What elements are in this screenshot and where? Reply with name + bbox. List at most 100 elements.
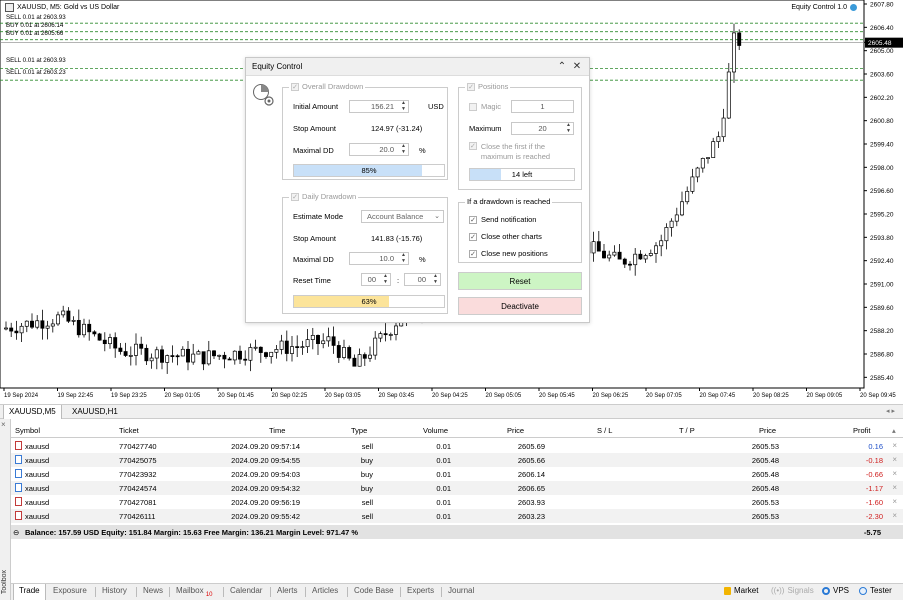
chart-tab[interactable]: XAUUSD,M5	[3, 405, 62, 419]
tab-exposure[interactable]: Exposure	[53, 586, 87, 595]
table-row[interactable]: xauusd 770424574 2024.09.20 09:54:32 buy 0.0…	[11, 481, 903, 495]
reset-button[interactable]: Reset	[458, 272, 582, 290]
tab-code-base[interactable]: Code Base	[354, 586, 394, 595]
positions-checkbox[interactable]: ✓	[467, 82, 475, 91]
balance-summary-row: ⊖ Balance: 157.59 USD Equity: 151.84 Mar…	[11, 525, 903, 539]
close-position-icon[interactable]: ×	[892, 455, 897, 464]
daily-drawdown-checkbox[interactable]: ✓	[291, 192, 299, 201]
cell-symbol: xauusd	[25, 484, 50, 493]
maximal-dd-value: 20.0	[379, 145, 394, 154]
spinner-icon[interactable]: ▲ ▼	[383, 273, 388, 285]
candle-body	[227, 358, 232, 361]
order-line-label: SELL 0.01 at 2603.93	[6, 57, 66, 64]
close-first-checkbox[interactable]: ✓	[469, 142, 477, 150]
time-label: 19 Sep 2024	[4, 393, 39, 399]
close-new-positions-row[interactable]: ✓ Close new positions	[469, 249, 548, 258]
table-row[interactable]: xauusd 770427081 2024.09.20 09:56:19 sell 0.…	[11, 495, 903, 509]
tab-articles[interactable]: Articles	[312, 586, 338, 595]
expert-advisor-label[interactable]: Equity Control 1.0	[791, 4, 857, 11]
time-label: 20 Sep 07:45	[700, 393, 736, 399]
close-position-icon[interactable]: ×	[892, 483, 897, 492]
cell-ticket: 770424574	[119, 484, 157, 493]
close-icon[interactable]: ✕	[571, 61, 583, 73]
tab-journal[interactable]: Journal	[448, 586, 474, 595]
reset-minute-field[interactable]: 00 ▲ ▼	[404, 273, 441, 286]
send-notification-checkbox[interactable]: ✓	[469, 215, 477, 224]
magic-checkbox[interactable]	[469, 102, 477, 111]
column-header-tp[interactable]: T / P	[679, 426, 695, 435]
spinner-icon[interactable]: ▲ ▼	[401, 143, 406, 155]
column-header-volume[interactable]: Volume	[423, 426, 448, 435]
close-first-row: ✓ Close the first if the maximum is reach…	[469, 142, 577, 162]
maximum-field[interactable]: 20 ▲ ▼	[511, 122, 574, 135]
tab-scroll-icon[interactable]: ◂ ▸	[886, 407, 895, 415]
close-other-charts-checkbox[interactable]: ✓	[469, 232, 477, 241]
column-header-current-price[interactable]: Price	[759, 426, 776, 435]
toolbox-sidebar[interactable]: Toolbox	[0, 419, 11, 600]
close-position-icon[interactable]: ×	[892, 469, 897, 478]
cell-price: 2603.93	[517, 498, 545, 507]
close-new-positions-checkbox[interactable]: ✓	[469, 249, 477, 258]
column-header-ticket[interactable]: Ticket	[119, 426, 139, 435]
column-header-profit[interactable]: Profit	[853, 426, 871, 435]
column-header-symbol[interactable]: Symbol	[15, 426, 40, 435]
tester-button[interactable]: Tester	[859, 586, 892, 595]
deactivate-button[interactable]: Deactivate	[458, 297, 582, 315]
candle-body	[274, 349, 279, 353]
market-button[interactable]: Market	[724, 586, 758, 595]
candle-body	[97, 333, 102, 341]
initial-amount-field[interactable]: 156.21 ▲ ▼	[349, 100, 409, 113]
column-header-price[interactable]: Price	[507, 426, 524, 435]
candle-body	[56, 314, 60, 325]
spinner-icon[interactable]: ▲ ▼	[566, 122, 571, 134]
table-row[interactable]: xauusd 770427740 2024.09.20 09:57:14 sell 0.…	[11, 439, 903, 453]
estimate-mode-select[interactable]: Account Balance ⌄	[361, 210, 444, 223]
spinner-icon[interactable]: ▲ ▼	[433, 273, 438, 285]
candle-body	[82, 323, 86, 336]
column-header-type[interactable]: Type	[351, 426, 367, 435]
dialog-titlebar[interactable]: Equity Control ⌃ ✕	[246, 58, 589, 76]
tab-experts[interactable]: Experts	[407, 586, 434, 595]
toolbox-label: Toolbox	[1, 569, 8, 594]
table-row[interactable]: xauusd 770426111 2024.09.20 09:55:42 sell 0.…	[11, 509, 903, 523]
cell-ticket: 770423932	[119, 470, 157, 479]
tab-history[interactable]: History	[102, 586, 127, 595]
chart-tab[interactable]: XAUUSD,H1	[67, 405, 123, 419]
send-notification-row[interactable]: ✓ Send notification	[469, 215, 536, 224]
spinner-icon[interactable]: ▲ ▼	[401, 252, 406, 264]
price-label: 2602.20	[870, 95, 894, 102]
time-label: 19 Sep 23:25	[111, 393, 147, 399]
column-header-time[interactable]: Time	[269, 426, 285, 435]
daily-maximal-dd-field[interactable]: 10.0 ▲ ▼	[349, 252, 409, 265]
reset-hour-field[interactable]: 00 ▲ ▼	[361, 273, 391, 286]
minimize-icon[interactable]: ⌃	[556, 61, 568, 73]
tab-news[interactable]: News	[143, 586, 163, 595]
maximal-dd-field[interactable]: 20.0 ▲ ▼	[349, 143, 409, 156]
close-position-icon[interactable]: ×	[892, 497, 897, 506]
cell-price: 2606.65	[517, 484, 545, 493]
candle-body	[383, 333, 388, 336]
tab-mailbox[interactable]: Mailbox 10	[176, 586, 213, 598]
close-position-icon[interactable]: ×	[892, 441, 897, 450]
candle-body	[290, 346, 294, 354]
vps-button[interactable]: VPS	[822, 586, 849, 595]
daily-maximal-dd-label: Maximal DD	[293, 255, 334, 264]
close-other-charts-row[interactable]: ✓ Close other charts	[469, 232, 542, 241]
close-position-icon[interactable]: ×	[892, 511, 897, 520]
collapse-icon[interactable]: ⊖	[13, 528, 19, 537]
table-row[interactable]: xauusd 770425075 2024.09.20 09:54:55 buy 0.0…	[11, 453, 903, 467]
tab-calendar[interactable]: Calendar	[230, 586, 262, 595]
close-toolbox-icon[interactable]: ×	[1, 420, 6, 429]
candle-body	[617, 251, 622, 260]
tab-trade[interactable]: Trade	[13, 584, 46, 600]
drawdown-actions-legend: If a drawdown is reached	[465, 197, 553, 206]
tab-alerts[interactable]: Alerts	[277, 586, 297, 595]
equity-control-dialog[interactable]: Equity Control ⌃ ✕ ✓ Overall Drawdown Ini…	[245, 57, 590, 323]
column-header-sl[interactable]: S / L	[597, 426, 612, 435]
overall-drawdown-checkbox[interactable]: ✓	[291, 82, 299, 91]
magic-field[interactable]: 1	[511, 100, 574, 113]
candle-body	[45, 325, 50, 329]
signals-button[interactable]: ((•)) Signals	[771, 586, 814, 595]
spinner-icon[interactable]: ▲ ▼	[401, 100, 406, 112]
table-row[interactable]: xauusd 770423932 2024.09.20 09:54:03 buy 0.0…	[11, 467, 903, 481]
